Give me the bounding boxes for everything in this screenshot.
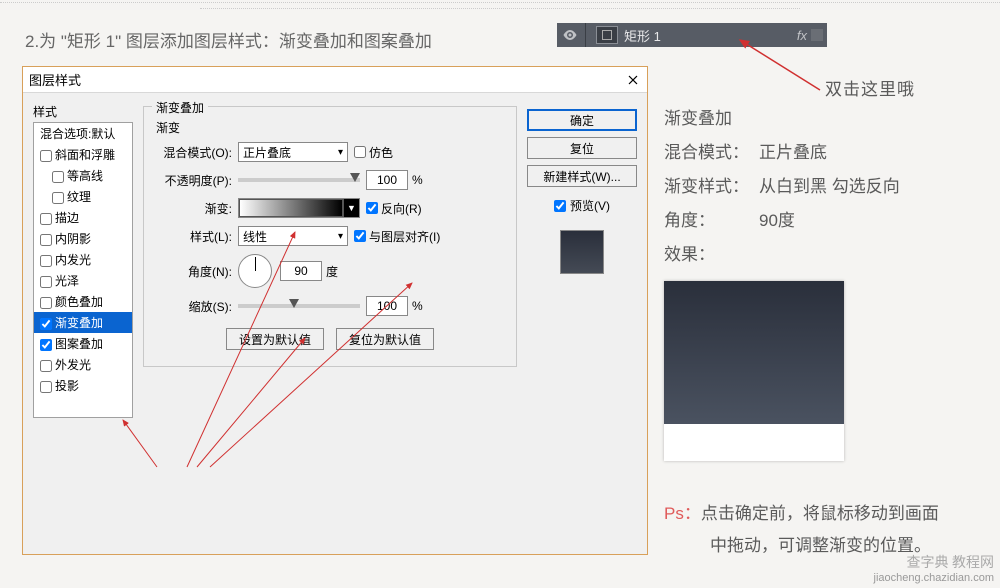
style-item[interactable]: 图案叠加 [34,333,132,354]
notes-block: 渐变叠加 混合模式：正片叠底渐变样式：从白到黑 勾选反向角度：90度效果： [664,102,900,272]
fieldset-sub: 渐变 [156,119,504,136]
reverse-checkbox[interactable]: 反向(R) [366,200,422,217]
style-item[interactable]: 渐变叠加 [34,312,132,333]
angle-value[interactable]: 90 [280,261,322,281]
align-checkbox[interactable]: 与图层对齐(I) [354,228,440,245]
dropdown-icon[interactable] [811,29,823,41]
angle-wheel[interactable] [238,254,272,288]
blend-mode-label: 混合模式(O): [156,144,232,161]
gradient-label: 渐变: [156,200,232,217]
note-row: 效果： [664,238,900,272]
instruction-text: 2.为 "矩形 1" 图层添加图层样式：渐变叠加和图案叠加 [25,27,432,52]
style-item[interactable]: 颜色叠加 [34,291,132,312]
layer-panel[interactable]: 矩形 1 fx [557,23,827,47]
style-item[interactable]: 描边 [34,207,132,228]
style-item[interactable]: 光泽 [34,270,132,291]
gradient-bar [239,199,343,217]
preview-white [664,424,844,461]
angle-label: 角度(N): [156,263,232,280]
style-item[interactable]: 混合选项:默认 [34,123,132,144]
opacity-label: 不透明度(P): [156,172,232,189]
style-label: 样式(L): [156,228,232,245]
close-icon[interactable] [625,72,641,88]
preview-swatch [560,230,604,274]
opacity-value[interactable]: 100 [366,170,408,190]
note-row: 角度：90度 [664,204,900,238]
layer-style-dialog: 图层样式 样式 混合选项:默认斜面和浮雕等高线纹理描边内阴影内发光光泽颜色叠加渐… [22,66,648,555]
styles-label: 样式 [33,103,133,120]
set-default-button[interactable]: 设置为默认值 [226,328,324,350]
angle-unit: 度 [326,263,338,280]
reset-default-button[interactable]: 复位为默认值 [336,328,434,350]
gradient-picker[interactable]: ▼ [238,198,360,218]
gradient-overlay-fieldset: 渐变叠加 渐变 混合模式(O): 正片叠底▾ 仿色 不透明度(P): 100 % [143,106,517,367]
separator [585,23,586,47]
layer-thumbnail[interactable] [596,26,618,44]
note-row: 混合模式：正片叠底 [664,136,900,170]
ps-prefix: Ps： [664,504,701,523]
scale-slider[interactable] [238,304,360,308]
dialog-title-text: 图层样式 [29,70,81,89]
scale-value[interactable]: 100 [366,296,408,316]
chevron-down-icon: ▾ [338,231,343,242]
style-item[interactable]: 外发光 [34,354,132,375]
style-item[interactable]: 内发光 [34,249,132,270]
style-select[interactable]: 线性▾ [238,226,348,246]
note-row: 渐变样式：从白到黑 勾选反向 [664,170,900,204]
pct-label: % [412,173,423,187]
effect-preview [664,281,844,461]
chevron-down-icon: ▾ [338,147,343,158]
style-item[interactable]: 等高线 [34,165,132,186]
scale-label: 缩放(S): [156,298,232,315]
cancel-button[interactable]: 复位 [527,137,637,159]
ok-button[interactable]: 确定 [527,109,637,131]
style-item[interactable]: 投影 [34,375,132,396]
fieldset-title: 渐变叠加 [152,99,208,116]
watermark: 查字典 教程网 jiaocheng.chazidian.com [874,552,994,584]
gradient-dropdown-icon[interactable]: ▼ [343,199,359,217]
dialog-right-column: 确定 复位 新建样式(W)... 预览(V) [527,103,637,544]
fx-badge[interactable]: fx [797,28,807,43]
dialog-titlebar: 图层样式 [23,67,647,93]
pct-label: % [412,299,423,313]
style-item[interactable]: 纹理 [34,186,132,207]
options-column: 渐变叠加 渐变 混合模式(O): 正片叠底▾ 仿色 不透明度(P): 100 % [143,103,517,544]
preview-checkbox[interactable]: 预览(V) [527,197,637,214]
styles-column: 样式 混合选项:默认斜面和浮雕等高线纹理描边内阴影内发光光泽颜色叠加渐变叠加图案… [33,103,133,544]
note-doubleclick: 双击这里哦 [825,75,915,100]
visibility-eye-icon[interactable] [561,26,579,44]
style-item[interactable]: 内阴影 [34,228,132,249]
notes-title: 渐变叠加 [664,102,900,136]
preview-gradient [664,281,844,424]
new-style-button[interactable]: 新建样式(W)... [527,165,637,187]
styles-list: 混合选项:默认斜面和浮雕等高线纹理描边内阴影内发光光泽颜色叠加渐变叠加图案叠加外… [33,122,133,418]
layer-name[interactable]: 矩形 1 [624,26,797,45]
opacity-slider[interactable] [238,178,360,182]
style-item[interactable]: 斜面和浮雕 [34,144,132,165]
dither-checkbox[interactable]: 仿色 [354,144,393,161]
blend-mode-select[interactable]: 正片叠底▾ [238,142,348,162]
